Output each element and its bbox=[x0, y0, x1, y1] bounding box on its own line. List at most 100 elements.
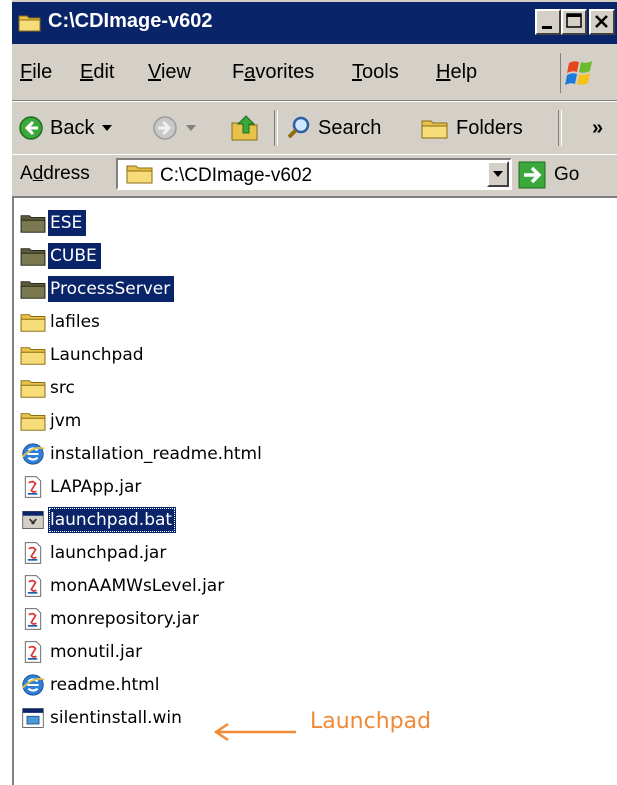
go-label: Go bbox=[554, 164, 580, 185]
list-item[interactable]: launchpad.bat bbox=[18, 505, 177, 535]
menu-favorites[interactable]: Favorites bbox=[232, 61, 314, 84]
folder-icon bbox=[18, 208, 48, 238]
folder-icon bbox=[18, 15, 41, 32]
maximize-icon bbox=[566, 13, 582, 28]
menu-favorites-key: a bbox=[244, 61, 256, 83]
menu-file[interactable]: File bbox=[20, 61, 52, 84]
list-item-label: silentinstall.win bbox=[50, 708, 182, 728]
html-file-icon bbox=[18, 670, 48, 700]
list-item[interactable]: lafiles bbox=[18, 307, 104, 337]
list-item[interactable]: monrepository.jar bbox=[18, 604, 203, 634]
jar-file-icon bbox=[18, 538, 48, 568]
list-item-label: installation_readme.html bbox=[50, 444, 262, 464]
list-item-label: Launchpad bbox=[50, 345, 144, 365]
menu-help-rest: elp bbox=[450, 61, 478, 83]
menu-edit-rest: dit bbox=[93, 61, 115, 83]
menu-favorites-rest: vorites bbox=[255, 61, 315, 83]
list-item[interactable]: jvm bbox=[18, 406, 85, 436]
forward-button[interactable] bbox=[152, 102, 196, 154]
list-item[interactable]: ProcessServer bbox=[18, 274, 175, 304]
menu-edit[interactable]: Edit bbox=[80, 61, 114, 84]
folder-icon bbox=[18, 241, 48, 271]
list-item[interactable]: monutil.jar bbox=[18, 637, 146, 667]
annotation-label: Launchpad bbox=[310, 709, 432, 734]
standard-toolbar: Back Search Folders » bbox=[12, 101, 617, 155]
toolbar-separator bbox=[558, 110, 562, 146]
list-item[interactable]: readme.html bbox=[18, 670, 163, 700]
list-item[interactable]: launchpad.jar bbox=[18, 538, 170, 568]
list-item[interactable]: ESE bbox=[18, 208, 87, 238]
minimize-button[interactable] bbox=[535, 9, 561, 35]
address-label-key: d bbox=[32, 163, 44, 184]
list-item-label: launchpad.bat bbox=[48, 507, 177, 533]
list-item-label: CUBE bbox=[48, 243, 101, 269]
toolbar-overflow-button[interactable]: » bbox=[592, 102, 603, 154]
list-item-label: src bbox=[50, 378, 75, 398]
chevron-down-icon bbox=[102, 125, 113, 131]
toolbar-separator bbox=[274, 110, 278, 146]
list-item-label: lafiles bbox=[50, 312, 100, 332]
folder-icon bbox=[18, 406, 48, 436]
address-value: C:\CDImage-v602 bbox=[160, 165, 313, 186]
list-item[interactable]: monAAMWsLevel.jar bbox=[18, 571, 228, 601]
menu-edit-key: E bbox=[80, 61, 94, 83]
window-title: C:\CDImage-v602 bbox=[48, 10, 213, 32]
folders-label: Folders bbox=[456, 116, 523, 139]
menu-view[interactable]: View bbox=[148, 61, 191, 84]
list-item[interactable]: silentinstall.win bbox=[18, 703, 186, 733]
list-item-label: monutil.jar bbox=[50, 642, 143, 662]
menu-tools-key: T bbox=[352, 61, 362, 83]
list-item-label: jvm bbox=[50, 411, 82, 431]
list-item-label: LAPApp.jar bbox=[50, 477, 142, 497]
list-item[interactable]: src bbox=[18, 373, 79, 403]
explorer-window: C:\CDImage-v602 File Edit View Favorites… bbox=[10, 0, 617, 785]
menu-tools[interactable]: Tools bbox=[352, 61, 399, 84]
address-label: Address bbox=[20, 163, 90, 185]
menu-file-key: F bbox=[20, 61, 33, 83]
chevron-down-icon bbox=[493, 171, 503, 177]
menu-bar: File Edit View Favorites Tools Help bbox=[12, 46, 617, 101]
list-item-label: launchpad.jar bbox=[50, 543, 167, 563]
folders-icon bbox=[421, 120, 448, 139]
list-item[interactable]: CUBE bbox=[18, 241, 101, 271]
list-item[interactable]: installation_readme.html bbox=[18, 439, 266, 469]
file-list[interactable]: ESE CUBE ProcessServer lafiles Launchpad src j… bbox=[12, 196, 617, 785]
arrow-left-icon bbox=[214, 722, 296, 742]
close-button[interactable] bbox=[589, 9, 615, 35]
folders-button[interactable]: Folders bbox=[420, 102, 523, 154]
menu-view-rest: iew bbox=[160, 61, 191, 83]
maximize-button[interactable] bbox=[561, 9, 587, 35]
menu-favorites-pre: F bbox=[232, 61, 245, 83]
address-label-rest: dress bbox=[43, 163, 90, 184]
jar-file-icon bbox=[18, 472, 48, 502]
folder-icon bbox=[126, 165, 153, 184]
list-item[interactable]: Launchpad bbox=[18, 340, 148, 370]
search-icon bbox=[287, 116, 310, 139]
folder-icon bbox=[18, 274, 48, 304]
back-label: Back bbox=[50, 116, 95, 139]
jar-file-icon bbox=[18, 604, 48, 634]
title-bar[interactable]: C:\CDImage-v602 bbox=[12, 2, 617, 44]
folder-icon bbox=[18, 373, 48, 403]
address-dropdown-button[interactable] bbox=[487, 161, 509, 187]
search-button[interactable]: Search bbox=[286, 102, 381, 154]
menu-file-rest: ile bbox=[32, 61, 53, 83]
search-label: Search bbox=[318, 116, 382, 139]
address-bar: Address C:\CDImage-v602 Go bbox=[12, 154, 617, 195]
windows-logo-icon bbox=[560, 53, 592, 93]
address-label-pre: A bbox=[20, 163, 33, 184]
chevron-down-icon bbox=[186, 125, 196, 131]
overflow-label: » bbox=[592, 116, 604, 139]
menu-help[interactable]: Help bbox=[436, 61, 477, 84]
back-button[interactable]: Back bbox=[18, 102, 113, 154]
up-folder-button[interactable] bbox=[230, 102, 262, 154]
menu-help-key: H bbox=[436, 61, 451, 83]
list-item-label: ESE bbox=[48, 210, 87, 236]
minimize-icon bbox=[542, 26, 552, 29]
list-item-label: readme.html bbox=[50, 675, 160, 695]
list-item[interactable]: LAPApp.jar bbox=[18, 472, 145, 502]
address-input[interactable]: C:\CDImage-v602 bbox=[116, 158, 512, 190]
go-button[interactable]: Go bbox=[518, 159, 579, 191]
menu-view-key: V bbox=[148, 61, 161, 83]
window-file-icon bbox=[18, 703, 48, 733]
